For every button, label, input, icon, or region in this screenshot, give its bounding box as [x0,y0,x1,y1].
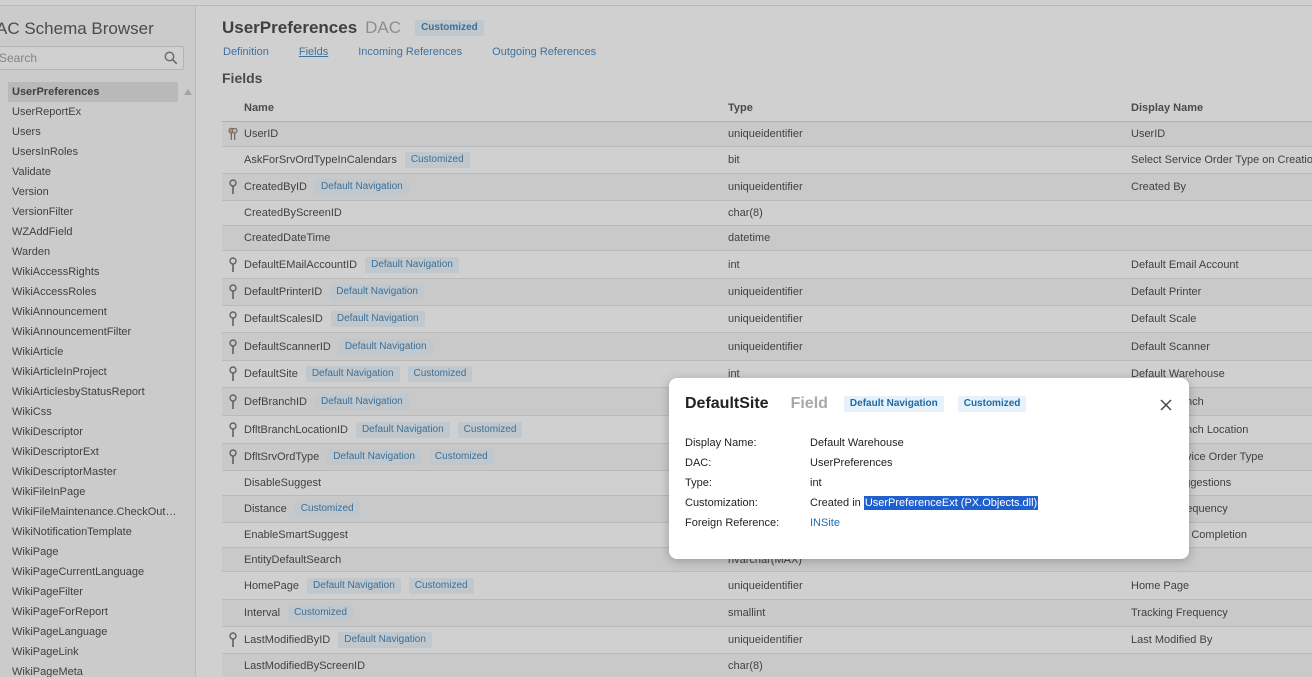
popup-header: DefaultSite Field Default Navigation Cus… [685,395,1027,413]
property-label: Display Name: [685,437,757,449]
field-properties: Display Name: Default Warehouse DAC: Use… [685,433,1039,533]
property-value: UserPreferences [810,457,893,469]
property-label: DAC: [685,457,712,469]
property-customization: Customization: Created in UserPreference… [685,493,1039,513]
property-label: Customization: [685,497,758,509]
popup-kind: Field [790,395,828,412]
customization-source-selected[interactable]: UserPreferenceExt (PX.Objects.dll) [863,496,1039,510]
property-label: Foreign Reference: [685,517,780,529]
default-navigation-badge: Default Navigation [843,396,944,412]
modal-backdrop[interactable] [0,0,1312,677]
popup-title: DefaultSite [685,395,769,412]
property-value: Default Warehouse [810,437,904,449]
foreign-reference-link[interactable]: INSite [810,517,840,529]
customized-badge: Customized [957,396,1027,412]
property-value: Created in UserPreferenceExt (PX.Objects… [810,496,1039,510]
field-details-popup: DefaultSite Field Default Navigation Cus… [669,378,1189,559]
property-label: Type: [685,477,712,489]
property-value: int [810,477,822,489]
property-type: Type: int [685,473,1038,493]
close-icon[interactable] [1159,398,1173,412]
property-display-name: Display Name: Default Warehouse [685,433,1038,453]
property-foreign-reference: Foreign Reference: INSite [685,513,1038,533]
customization-prefix: Created in [810,497,861,509]
property-dac: DAC: UserPreferences [685,453,1038,473]
